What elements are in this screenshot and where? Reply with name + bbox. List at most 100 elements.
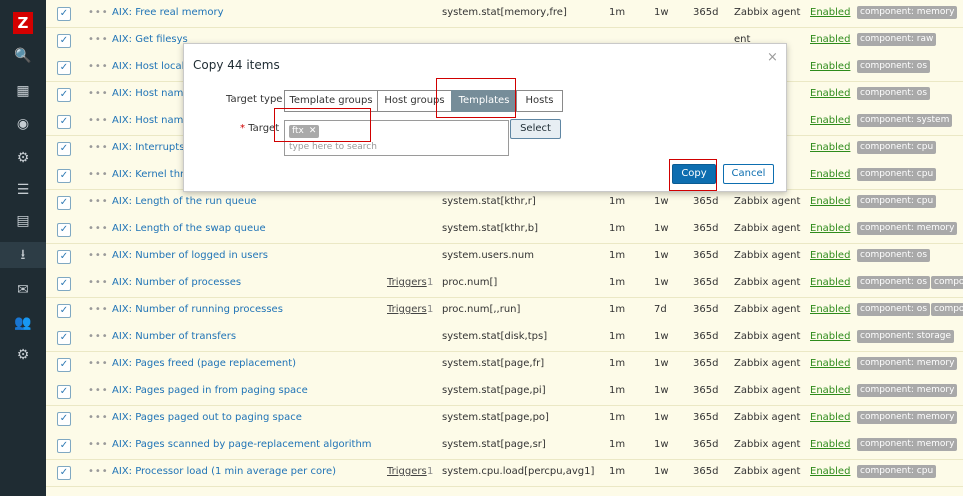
row-actions-icon[interactable]: ••• — [88, 142, 109, 153]
status-link[interactable]: Enabled — [810, 7, 850, 18]
list-icon[interactable]: ☰ — [0, 177, 46, 203]
users-icon[interactable]: 👥 — [0, 310, 46, 336]
row-checkbox[interactable]: ✓ — [57, 223, 71, 237]
network-icon[interactable]: ⚙ — [0, 145, 46, 171]
item-interval: 1m — [609, 277, 626, 288]
monitoring-eye-icon[interactable]: ◉ — [0, 111, 46, 137]
triggers-link[interactable]: Triggers — [387, 304, 427, 315]
search-icon[interactable]: 🔍 — [0, 43, 46, 69]
status-link[interactable]: Enabled — [810, 304, 850, 315]
zabbix-logo[interactable]: Z — [13, 12, 33, 34]
data-collection-icon[interactable]: ⭳ — [0, 242, 46, 268]
row-actions-icon[interactable]: ••• — [88, 7, 109, 18]
item-name-link[interactable]: AIX: Length of the swap queue — [112, 223, 266, 234]
row-checkbox[interactable]: ✓ — [57, 439, 71, 453]
item-name-link[interactable]: AIX: Number of running processes — [112, 304, 283, 315]
status-link[interactable]: Enabled — [810, 115, 850, 126]
row-actions-icon[interactable]: ••• — [88, 331, 109, 342]
alerts-mail-icon[interactable]: ✉ — [0, 277, 46, 303]
row-actions-icon[interactable]: ••• — [88, 250, 109, 261]
status-link[interactable]: Enabled — [810, 358, 850, 369]
row-actions-icon[interactable]: ••• — [88, 88, 109, 99]
row-actions-icon[interactable]: ••• — [88, 277, 109, 288]
segment-hosts[interactable]: Hosts — [516, 90, 563, 112]
row-checkbox[interactable]: ✓ — [57, 34, 71, 48]
row-actions-icon[interactable]: ••• — [88, 61, 109, 72]
row-checkbox[interactable]: ✓ — [57, 7, 71, 21]
select-button[interactable]: Select — [510, 119, 561, 139]
segment-templates[interactable]: Templates — [451, 90, 517, 112]
row-checkbox[interactable]: ✓ — [57, 385, 71, 399]
item-name-link[interactable]: AIX: Free real memory — [112, 7, 224, 18]
copy-button[interactable]: Copy — [672, 164, 716, 184]
remove-chip-icon[interactable]: ✕ — [309, 126, 317, 136]
row-actions-icon[interactable]: ••• — [88, 358, 109, 369]
status-link[interactable]: Enabled — [810, 331, 850, 342]
row-checkbox[interactable]: ✓ — [57, 304, 71, 318]
reports-icon[interactable]: ▤ — [0, 208, 46, 234]
search-input[interactable]: type here to search — [289, 142, 377, 152]
item-name-link[interactable]: AIX: Number of processes — [112, 277, 241, 288]
target-multiselect[interactable]: ftx ✕ type here to search — [284, 120, 509, 156]
status-link[interactable]: Enabled — [810, 61, 850, 72]
tag-badge: component: cpu — [857, 465, 937, 478]
status-link[interactable]: Enabled — [810, 196, 850, 207]
status-link[interactable]: Enabled — [810, 466, 850, 477]
item-name-link[interactable]: AIX: Kernel thre — [112, 169, 190, 180]
item-name-link[interactable]: AIX: Pages paged out to paging space — [112, 412, 302, 423]
item-name-link[interactable]: AIX: Get filesys — [112, 34, 188, 45]
segment-template-groups[interactable]: Template groups — [284, 90, 378, 112]
triggers-link[interactable]: Triggers — [387, 466, 427, 477]
cancel-button[interactable]: Cancel — [723, 164, 774, 184]
row-actions-icon[interactable]: ••• — [88, 196, 109, 207]
segment-host-groups[interactable]: Host groups — [377, 90, 452, 112]
item-name-link[interactable]: AIX: Host name — [112, 115, 190, 126]
row-checkbox[interactable]: ✓ — [57, 196, 71, 210]
administration-gear-icon[interactable]: ⚙ — [0, 342, 46, 368]
row-checkbox[interactable]: ✓ — [57, 61, 71, 75]
row-checkbox[interactable]: ✓ — [57, 142, 71, 156]
row-checkbox[interactable]: ✓ — [57, 412, 71, 426]
item-name-link[interactable]: AIX: Length of the run queue — [112, 196, 257, 207]
close-icon[interactable]: × — [767, 50, 778, 65]
triggers-link[interactable]: Triggers — [387, 277, 427, 288]
status-link[interactable]: Enabled — [810, 169, 850, 180]
row-checkbox[interactable]: ✓ — [57, 277, 71, 291]
row-actions-icon[interactable]: ••• — [88, 223, 109, 234]
row-actions-icon[interactable]: ••• — [88, 412, 109, 423]
row-actions-icon[interactable]: ••• — [88, 466, 109, 477]
status-link[interactable]: Enabled — [810, 223, 850, 234]
item-name-link[interactable]: AIX: Processor load (1 min average per c… — [112, 466, 336, 477]
status-link[interactable]: Enabled — [810, 88, 850, 99]
row-checkbox[interactable]: ✓ — [57, 169, 71, 183]
status-link[interactable]: Enabled — [810, 142, 850, 153]
row-actions-icon[interactable]: ••• — [88, 385, 109, 396]
status-link[interactable]: Enabled — [810, 34, 850, 45]
row-checkbox[interactable]: ✓ — [57, 466, 71, 480]
row-checkbox[interactable]: ✓ — [57, 358, 71, 372]
item-name-link[interactable]: AIX: Number of logged in users — [112, 250, 268, 261]
item-name-link[interactable]: AIX: Pages freed (page replacement) — [112, 358, 296, 369]
item-name-link[interactable]: AIX: Interrupts p — [112, 142, 194, 153]
row-checkbox[interactable]: ✓ — [57, 88, 71, 102]
dashboard-icon[interactable]: ▦ — [0, 78, 46, 104]
item-name-link[interactable]: AIX: Host name — [112, 88, 190, 99]
item-name-link[interactable]: AIX: Pages scanned by page-replacement a… — [112, 439, 372, 450]
row-checkbox[interactable]: ✓ — [57, 250, 71, 264]
row-checkbox[interactable]: ✓ — [57, 331, 71, 345]
row-actions-icon[interactable]: ••• — [88, 439, 109, 450]
item-name-link[interactable]: AIX: Pages paged in from paging space — [112, 385, 308, 396]
row-actions-icon[interactable]: ••• — [88, 34, 109, 45]
status-link[interactable]: Enabled — [810, 439, 850, 450]
status-link[interactable]: Enabled — [810, 385, 850, 396]
status-link[interactable]: Enabled — [810, 277, 850, 288]
status-link[interactable]: Enabled — [810, 250, 850, 261]
row-actions-icon[interactable]: ••• — [88, 169, 109, 180]
tag-badge: component: cpu — [857, 141, 937, 154]
item-name-link[interactable]: AIX: Number of transfers — [112, 331, 236, 342]
row-actions-icon[interactable]: ••• — [88, 304, 109, 315]
row-checkbox[interactable]: ✓ — [57, 115, 71, 129]
item-name-link[interactable]: AIX: Host local — [112, 61, 184, 72]
row-actions-icon[interactable]: ••• — [88, 115, 109, 126]
status-link[interactable]: Enabled — [810, 412, 850, 423]
